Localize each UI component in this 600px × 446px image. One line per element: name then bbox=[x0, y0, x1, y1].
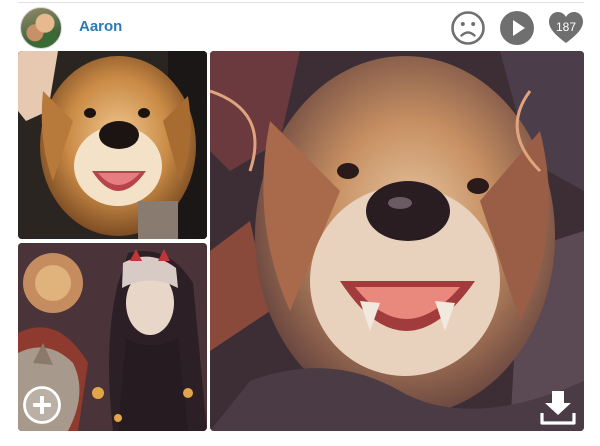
play-button[interactable] bbox=[499, 10, 535, 46]
top-divider bbox=[18, 2, 584, 3]
add-style-button[interactable] bbox=[22, 385, 62, 425]
original-photo-thumbnail[interactable] bbox=[18, 51, 207, 239]
image-grid bbox=[18, 51, 584, 431]
dog-photo-image bbox=[18, 51, 207, 239]
download-button[interactable] bbox=[538, 387, 578, 427]
post-actions: 187 bbox=[450, 6, 584, 50]
post-header: Aaron 187 bbox=[18, 6, 584, 50]
play-icon bbox=[500, 11, 534, 45]
dislike-button[interactable] bbox=[450, 10, 486, 46]
stylized-result-image[interactable] bbox=[210, 51, 584, 431]
sad-face-icon bbox=[451, 11, 485, 45]
like-count: 187 bbox=[555, 20, 577, 34]
like-button[interactable]: 187 bbox=[548, 11, 584, 45]
download-icon bbox=[540, 391, 576, 425]
plus-circle-icon bbox=[23, 386, 61, 424]
result-artwork bbox=[210, 51, 584, 431]
username[interactable]: Aaron bbox=[79, 18, 122, 35]
style-image-thumbnail[interactable] bbox=[18, 243, 207, 431]
avatar[interactable] bbox=[20, 7, 62, 49]
